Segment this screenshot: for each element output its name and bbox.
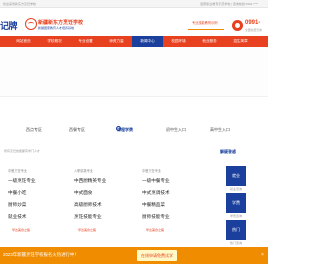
free-trial-button[interactable]: 在线申请免费试学: [137, 250, 177, 261]
nav-item-majors[interactable]: 专业设置: [70, 36, 101, 47]
search-bar[interactable]: 所有烹饪技能都有学门人才: [0, 146, 200, 155]
course-card-row[interactable]: 中式面食: [74, 190, 92, 196]
quick-link-course-fee[interactable]: 课程学费: [105, 127, 145, 133]
course-card-row[interactable]: 高级厨师技术: [74, 202, 102, 208]
search-hint: 所有烹饪技能都有学门人才: [4, 149, 41, 153]
course-card-hint: 早达美食之路: [78, 228, 97, 232]
course-card-row[interactable]: 中餐精品菜: [142, 202, 165, 208]
top-bar-right-text: 国家职业教育示范学校 | 咨询热线 0991-****: [200, 2, 258, 6]
phone-number[interactable]: 0991-: [245, 20, 260, 26]
course-card-row[interactable]: 中式烹调技术: [142, 190, 170, 196]
nav-item-admissions[interactable]: 招生简章: [225, 36, 256, 47]
course-card[interactable]: 中餐烹饪专业 一级烹饪专业 中餐小吃 厨师炒菜 就业技术 早达美食之路: [2, 166, 52, 244]
promo-text: 专业技能教育示例: [192, 21, 218, 25]
header: 记牌 新疆新东方烹饪学校 新疆国家教育人才培养基地 专业技能教育示例 0991-…: [0, 8, 268, 34]
quick-link-junior-entry[interactable]: 初中生入口: [156, 127, 196, 133]
nav-item-campus[interactable]: 校园环境: [163, 36, 194, 47]
course-card-hint: 早达美食之路: [146, 228, 165, 232]
course-card-row[interactable]: 中西厨精英专业: [74, 178, 106, 184]
qa-cell-popular[interactable]: 热门: [226, 220, 246, 240]
nav-item-about[interactable]: 学校概况: [39, 36, 70, 47]
course-card-tag: 中餐烹饪专业: [142, 169, 162, 173]
promo-underline: [188, 29, 224, 30]
nav-item-teachers[interactable]: 师资力量: [101, 36, 132, 47]
footer-promo-bar: 2023年新疆烹饪学校报名火热进行中！ 在线申请免费试学 ×: [0, 247, 268, 264]
school-subtitle: 新疆国家教育人才培养基地: [38, 26, 75, 30]
course-card-tag: 入职精英专业: [74, 169, 94, 173]
close-icon[interactable]: ×: [261, 252, 266, 258]
qa-label: 学费咨询: [229, 214, 242, 218]
course-card-tag: 中餐烹饪专业: [8, 169, 28, 173]
top-bar: 欢迎来到新东方烹饪学校 国家职业教育示范学校 | 咨询热线 0991-****: [0, 0, 268, 8]
logo-text[interactable]: 记牌: [0, 19, 18, 32]
footer-message: 2023年新疆烹饪学校报名火热进行中！: [3, 252, 79, 257]
qa-panel-title: 解疑答惑: [220, 149, 236, 154]
top-bar-left-text: 欢迎来到新东方烹饪学校: [3, 2, 37, 6]
qa-panel: 就业 就业咨询 学费 学费咨询 热门 热门咨询: [212, 166, 264, 246]
qa-label: 热门咨询: [229, 241, 242, 245]
quick-link-western-food[interactable]: 西餐专区: [57, 127, 97, 133]
nav-item-news[interactable]: 新闻中心: [132, 36, 163, 47]
school-emblem-icon: [25, 18, 37, 30]
nav-item-home[interactable]: 网站首页: [8, 36, 39, 47]
course-card-hint: 早达美食之路: [12, 228, 31, 232]
course-card-row[interactable]: 一级烹饪专业: [8, 178, 36, 184]
course-card-row[interactable]: 就业技术: [8, 214, 26, 220]
course-card-row[interactable]: 一级中餐专业: [142, 178, 170, 184]
quick-link-senior-entry[interactable]: 高中生入口: [200, 127, 240, 133]
course-card-row[interactable]: 厨师炒菜: [8, 202, 26, 208]
course-card[interactable]: 入职精英专业 中西厨精英专业 中式面食 高级厨师技术 烹饪技能专业 早达美食之路: [68, 166, 118, 244]
main-nav: 网站首页 学校概况 专业设置 师资力量 新闻中心 校园环境 就业服务 招生简章: [0, 36, 268, 47]
course-card-row[interactable]: 厨师技能专业: [142, 214, 170, 220]
phone-icon: [232, 20, 243, 31]
course-card-row[interactable]: 烹饪技能专业: [74, 214, 102, 220]
course-card[interactable]: 中餐烹饪专业 一级中餐专业 中式烹调技术 中餐精品菜 厨师技能专业 早达美食之路: [136, 166, 186, 244]
phone-note: 全国免费咨询: [245, 28, 262, 32]
qa-cell-tuition[interactable]: 学费: [226, 193, 246, 213]
hero-banner: [0, 47, 268, 97]
quick-link-western-pastry[interactable]: 西点专区: [14, 127, 54, 133]
qa-label: 就业咨询: [229, 187, 242, 191]
course-card-row[interactable]: 中餐小吃: [8, 190, 26, 196]
nav-item-jobs[interactable]: 就业服务: [194, 36, 225, 47]
qa-cell-employment[interactable]: 就业: [226, 166, 246, 186]
quick-links: 西点专区 西餐专区 课程学费 初中生入口 高中生入口: [0, 120, 268, 136]
school-name: 新疆新东方烹饪学校: [38, 20, 84, 26]
promo-box[interactable]: 专业技能教育示例: [188, 20, 224, 30]
